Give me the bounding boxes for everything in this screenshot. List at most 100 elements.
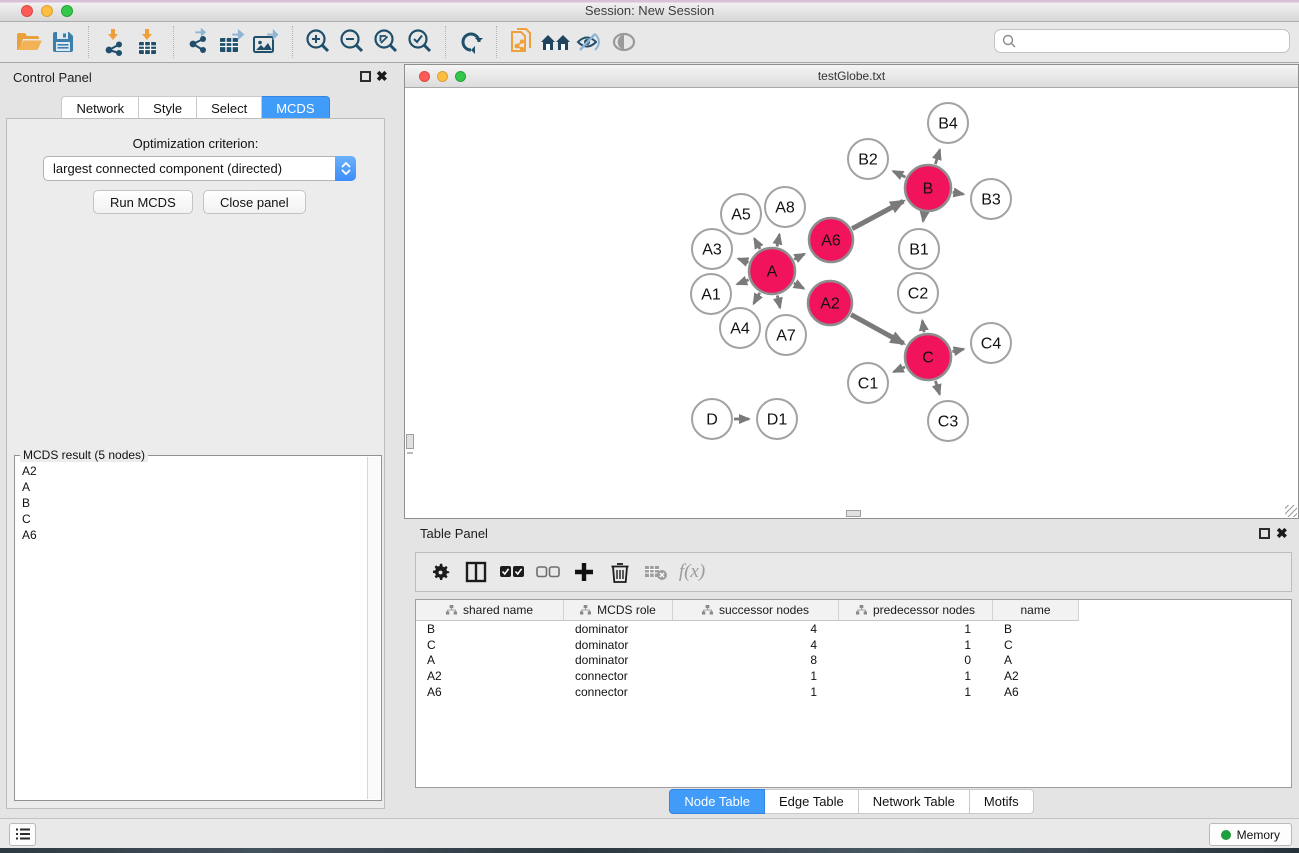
task-history-button[interactable]: [9, 823, 36, 846]
edge-A-A7[interactable]: [777, 295, 780, 307]
table-row[interactable]: A6connector11A6: [416, 684, 1291, 700]
network-graph-canvas[interactable]: B4B2BB3A8A5A6A3B1AA1C2A2A4A7C4CC1DD1C3: [406, 89, 1299, 519]
node-B3[interactable]: B3: [971, 179, 1011, 219]
save-session-button[interactable]: [46, 25, 80, 59]
node-A[interactable]: A: [749, 248, 795, 294]
node-D1[interactable]: D1: [757, 399, 797, 439]
node-B[interactable]: B: [905, 165, 951, 211]
node-B2[interactable]: B2: [848, 139, 888, 179]
edge-A2-C[interactable]: [851, 315, 903, 344]
edge-C-C2[interactable]: [922, 321, 924, 333]
export-image-button[interactable]: [250, 25, 284, 59]
table-settings-button[interactable]: [424, 557, 456, 587]
column-header-MCDS-role[interactable]: MCDS role: [564, 600, 673, 621]
node-C[interactable]: C: [905, 334, 951, 380]
zoom-fit-button[interactable]: [369, 25, 403, 59]
cell-MCDS-role[interactable]: dominator: [564, 622, 673, 636]
vertical-scroll-thumb[interactable]: [406, 434, 414, 449]
node-B1[interactable]: B1: [899, 229, 939, 269]
edge-A-A1[interactable]: [737, 280, 748, 284]
result-item[interactable]: C: [22, 511, 367, 527]
cell-predecessor-nodes[interactable]: 1: [839, 622, 993, 636]
delete-column-button[interactable]: [604, 557, 636, 587]
import-table-button[interactable]: [131, 25, 165, 59]
cell-successor-nodes[interactable]: 1: [673, 669, 839, 683]
result-item[interactable]: A: [22, 479, 367, 495]
export-table-button[interactable]: [216, 25, 250, 59]
edge-A-A3[interactable]: [738, 259, 748, 263]
node-D[interactable]: D: [692, 399, 732, 439]
float-table-panel-icon[interactable]: [1259, 528, 1270, 539]
run-mcds-button[interactable]: Run MCDS: [93, 190, 193, 214]
split-panel-button[interactable]: [460, 557, 492, 587]
zoom-out-button[interactable]: [335, 25, 369, 59]
result-item[interactable]: A6: [22, 527, 367, 543]
export-network-button[interactable]: [182, 25, 216, 59]
memory-button[interactable]: Memory: [1209, 823, 1292, 846]
node-C1[interactable]: C1: [848, 363, 888, 403]
edge-A-A4[interactable]: [754, 293, 760, 304]
hide-panel-button[interactable]: [573, 25, 607, 59]
mcds-result-list[interactable]: A2ABCA6: [15, 459, 367, 799]
table-tab-network-table[interactable]: Network Table: [859, 789, 970, 814]
float-panel-icon[interactable]: [360, 71, 371, 82]
node-A6[interactable]: A6: [809, 218, 853, 262]
cell-name[interactable]: A2: [993, 669, 1079, 683]
edge-A-A8[interactable]: [777, 234, 779, 246]
result-item[interactable]: B: [22, 495, 367, 511]
cell-successor-nodes[interactable]: 4: [673, 638, 839, 652]
contrast-button[interactable]: [607, 25, 641, 59]
node-C4[interactable]: C4: [971, 323, 1011, 363]
node-A2[interactable]: A2: [808, 281, 852, 325]
column-header-name[interactable]: name: [993, 600, 1079, 621]
edge-C-C3[interactable]: [935, 381, 939, 394]
node-C2[interactable]: C2: [898, 273, 938, 313]
cell-name[interactable]: B: [993, 622, 1079, 636]
cell-predecessor-nodes[interactable]: 1: [839, 669, 993, 683]
edge-B-B1[interactable]: [923, 213, 924, 222]
edge-A-A2[interactable]: [794, 283, 804, 288]
node-B4[interactable]: B4: [928, 103, 968, 143]
add-column-button[interactable]: [568, 557, 600, 587]
cell-predecessor-nodes[interactable]: 1: [839, 638, 993, 652]
result-scrollbar[interactable]: [367, 457, 380, 799]
cell-predecessor-nodes[interactable]: 0: [839, 653, 993, 667]
edge-A-A5[interactable]: [754, 239, 760, 249]
edge-A6-B[interactable]: [852, 201, 903, 228]
column-header-successor-nodes[interactable]: successor nodes: [673, 600, 839, 621]
resize-grip[interactable]: [1285, 505, 1297, 517]
criterion-dropdown[interactable]: largest connected component (directed): [43, 156, 356, 181]
result-item[interactable]: A2: [22, 463, 367, 479]
cell-name[interactable]: A6: [993, 685, 1079, 699]
cell-name[interactable]: C: [993, 638, 1079, 652]
cell-shared-name[interactable]: C: [416, 638, 564, 652]
edge-C-C4[interactable]: [952, 349, 963, 352]
cell-shared-name[interactable]: B: [416, 622, 564, 636]
column-header-shared-name[interactable]: shared name: [416, 600, 564, 621]
node-C3[interactable]: C3: [928, 401, 968, 441]
duplicate-network-button[interactable]: [505, 25, 539, 59]
node-A7[interactable]: A7: [766, 315, 806, 355]
home-button[interactable]: [539, 25, 573, 59]
cell-predecessor-nodes[interactable]: 1: [839, 685, 993, 699]
edge-B-B4[interactable]: [935, 150, 939, 164]
node-A1[interactable]: A1: [691, 274, 731, 314]
cell-MCDS-role[interactable]: dominator: [564, 638, 673, 652]
open-file-button[interactable]: [12, 25, 46, 59]
select-all-button[interactable]: [496, 557, 528, 587]
cell-successor-nodes[interactable]: 8: [673, 653, 839, 667]
search-input[interactable]: [1017, 34, 1289, 48]
table-row[interactable]: Cdominator41C: [416, 637, 1291, 653]
refresh-button[interactable]: [454, 25, 488, 59]
close-panel-icon[interactable]: ✖: [376, 68, 388, 85]
deselect-all-button[interactable]: [532, 557, 564, 587]
cell-MCDS-role[interactable]: connector: [564, 669, 673, 683]
cell-name[interactable]: A: [993, 653, 1079, 667]
search-field[interactable]: [994, 29, 1290, 53]
edge-A-A6[interactable]: [794, 254, 804, 259]
node-A4[interactable]: A4: [720, 308, 760, 348]
zoom-selected-button[interactable]: [403, 25, 437, 59]
cell-MCDS-role[interactable]: connector: [564, 685, 673, 699]
edge-B-B2[interactable]: [893, 171, 905, 177]
table-row[interactable]: Adominator80A: [416, 653, 1291, 669]
